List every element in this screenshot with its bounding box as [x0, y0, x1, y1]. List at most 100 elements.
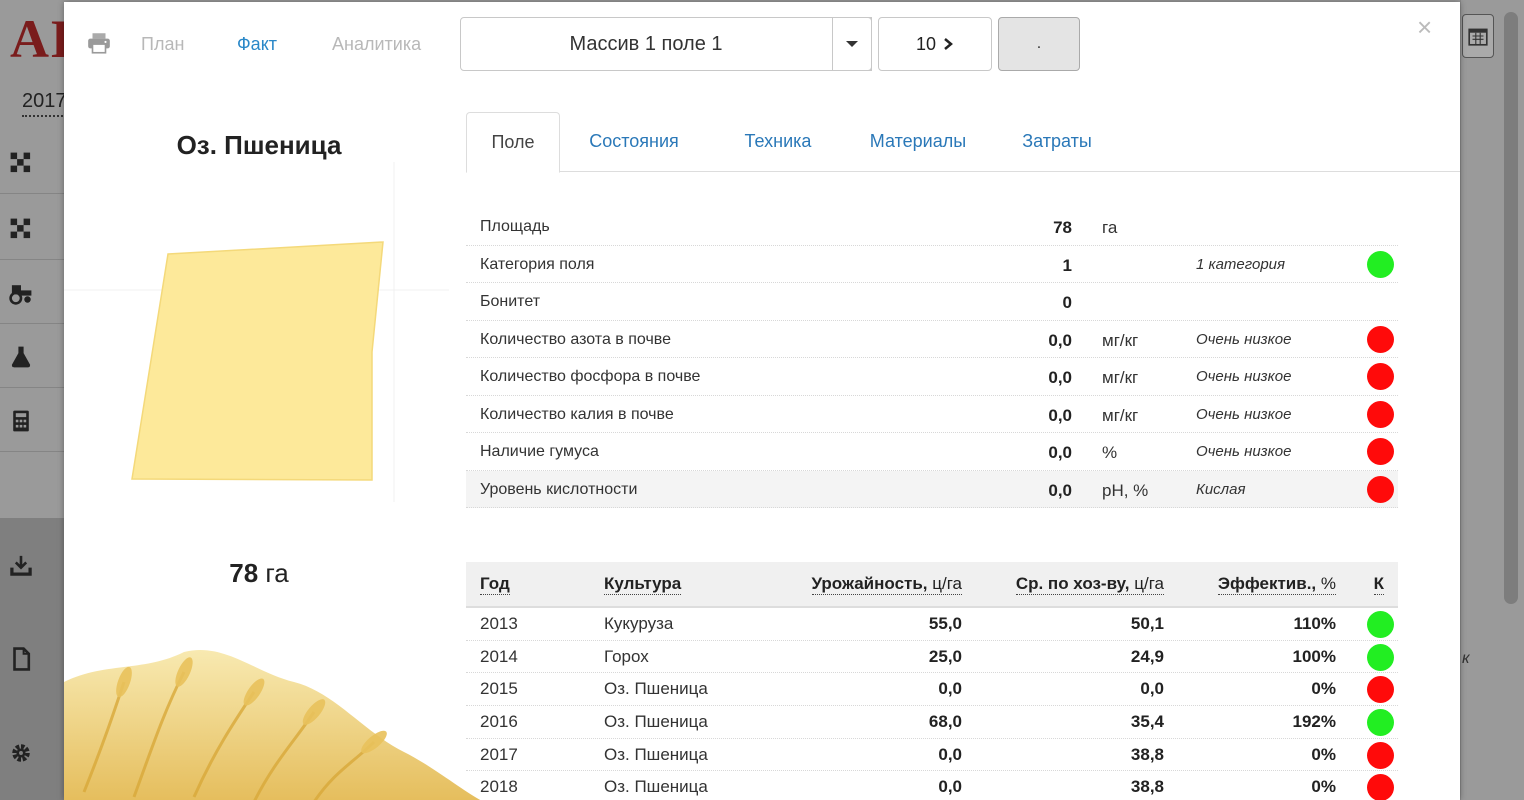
header-unit: ц/га	[927, 574, 962, 593]
document-icon	[13, 647, 31, 671]
field-details-modal: План Факт Аналитика Массив 1 поле 1 10 .…	[64, 2, 1460, 800]
property-value: 0,0	[1048, 368, 1072, 387]
column-header-k[interactable]: К	[1373, 574, 1384, 595]
column-header-avg[interactable]: Ср. по хоз-ву, ц/га	[1015, 574, 1164, 595]
tab-costs[interactable]: Затраты	[1012, 112, 1102, 172]
cell-avg: 35,4	[1130, 712, 1164, 732]
sidebar-item-materials[interactable]	[0, 326, 64, 388]
field-polygon[interactable]	[131, 241, 384, 481]
status-indicator	[1367, 676, 1394, 704]
sidebar-item-settings[interactable]	[0, 722, 64, 784]
cell-eff: 110%	[1293, 614, 1336, 633]
column-header-eff[interactable]: Эффектив., %	[1217, 574, 1336, 595]
table-row: Уровень кислотности 0,0 pH, % Кислая	[466, 470, 1398, 508]
property-unit: %	[1102, 443, 1118, 462]
status-indicator	[1367, 363, 1394, 390]
checkered-icon	[10, 152, 31, 172]
property-label: Площадь	[480, 218, 550, 235]
table-header: Год Культура Урожайность, ц/га Ср. по хо…	[466, 562, 1398, 608]
crop-title: Оз. Пшеница	[176, 130, 342, 160]
chevron-right-icon	[944, 38, 953, 50]
checkered-icon	[10, 218, 31, 238]
close-icon[interactable]: ×	[1417, 14, 1432, 40]
cell-crop: Горох	[604, 646, 649, 666]
area-value: 78	[229, 558, 259, 588]
field-properties-table: Площадь 78 га Категория поля 1 1 категор…	[466, 208, 1398, 508]
sidebar-item-documents[interactable]	[0, 628, 64, 690]
nav-fact[interactable]: Факт	[237, 34, 277, 55]
property-label: Уровень кислотности	[480, 480, 638, 498]
status-indicator	[1367, 774, 1394, 800]
property-note: Кислая	[1196, 480, 1246, 498]
cell-avg: 24,9	[1130, 646, 1164, 666]
next-number-button[interactable]: 10	[878, 17, 992, 71]
page-scrollbar[interactable]	[1504, 12, 1518, 604]
cell-yield: 55,0	[928, 614, 962, 633]
sidebar-item-calculator[interactable]	[0, 390, 64, 452]
status-indicator	[1367, 611, 1394, 638]
cell-eff: 192%	[1292, 712, 1336, 732]
print-icon[interactable]	[86, 30, 112, 56]
sidebar-item-fields-2[interactable]	[0, 198, 64, 260]
cell-year: 2014	[480, 646, 518, 666]
table-row: Количество фосфора в почве 0,0 мг/кг Оче…	[466, 358, 1398, 396]
nav-analytics[interactable]: Аналитика	[332, 34, 421, 55]
table-row: 2017 Оз. Пшеница 0,0 38,8 0%	[466, 739, 1398, 772]
status-indicator	[1367, 643, 1394, 671]
cell-year: 2017	[480, 744, 518, 764]
tab-field[interactable]: Поле	[466, 112, 560, 173]
cell-year: 2016	[480, 712, 518, 732]
sidebar-item-fields[interactable]	[0, 132, 64, 194]
table-row: 2014 Горох 25,0 24,9 100%	[466, 641, 1398, 674]
property-label: Бонитет	[480, 293, 541, 310]
cell-yield: 0,0	[938, 679, 962, 699]
property-unit: pH, %	[1102, 480, 1149, 500]
property-value: 0	[1062, 293, 1072, 312]
sidebar-item-import[interactable]	[0, 534, 64, 596]
property-unit: мг/кг	[1102, 368, 1139, 387]
yield-history-table: Год Культура Урожайность, ц/га Ср. по хо…	[466, 562, 1398, 800]
status-indicator	[1367, 709, 1394, 737]
property-label: Наличие гумуса	[480, 443, 599, 460]
table-row: 2018 Оз. Пшеница 0,0 38,8 0%	[466, 771, 1398, 800]
table-row: Площадь 78 га	[466, 208, 1398, 246]
property-unit: га	[1102, 218, 1118, 237]
table-row: 2013 Кукуруза 55,0 50,1 110%	[466, 608, 1398, 641]
extra-button[interactable]: .	[998, 17, 1080, 71]
calendar-icon[interactable]	[1462, 14, 1494, 58]
area-unit: га	[265, 558, 289, 588]
status-indicator	[1367, 741, 1394, 769]
tab-materials[interactable]: Материалы	[856, 112, 980, 172]
cell-avg: 50,1	[1130, 614, 1164, 633]
upload-tray-icon	[10, 555, 32, 576]
tab-machinery[interactable]: Техника	[726, 112, 830, 172]
property-label: Количество азота в почве	[480, 330, 671, 348]
field-select-toggle[interactable]	[832, 17, 872, 71]
sidebar-item-machinery[interactable]	[0, 262, 64, 324]
tab-states[interactable]: Состояния	[572, 112, 696, 172]
property-note: Очень низкое	[1196, 330, 1292, 348]
field-select[interactable]: Массив 1 поле 1	[460, 17, 872, 71]
cell-avg: 38,8	[1130, 777, 1164, 797]
cell-yield: 25,0	[928, 646, 962, 666]
cell-year: 2013	[480, 614, 518, 633]
property-label: Количество фосфора в почве	[480, 368, 701, 385]
table-row: Категория поля 1 1 категория	[466, 246, 1398, 283]
column-header-crop[interactable]: Культура	[604, 574, 682, 595]
nav-plan[interactable]: План	[141, 34, 184, 55]
caret-down-icon	[846, 41, 858, 47]
wheat-decoration	[64, 650, 481, 800]
header-unit: %	[1316, 574, 1336, 593]
background-text: к	[1462, 650, 1470, 667]
gear-icon	[12, 744, 30, 762]
number-label: 10	[915, 33, 937, 54]
column-header-yield[interactable]: Урожайность, ц/га	[811, 574, 962, 595]
year-selector[interactable]: 2017	[22, 90, 67, 117]
status-indicator	[1367, 400, 1394, 428]
field-select-value: Массив 1 поле 1	[569, 32, 723, 55]
property-note: 1 категория	[1196, 255, 1286, 273]
header-unit: ц/га	[1129, 574, 1164, 593]
cell-eff: 0%	[1311, 744, 1336, 764]
extra-button-label: .	[1036, 35, 1042, 52]
column-header-year[interactable]: Год	[480, 574, 510, 595]
